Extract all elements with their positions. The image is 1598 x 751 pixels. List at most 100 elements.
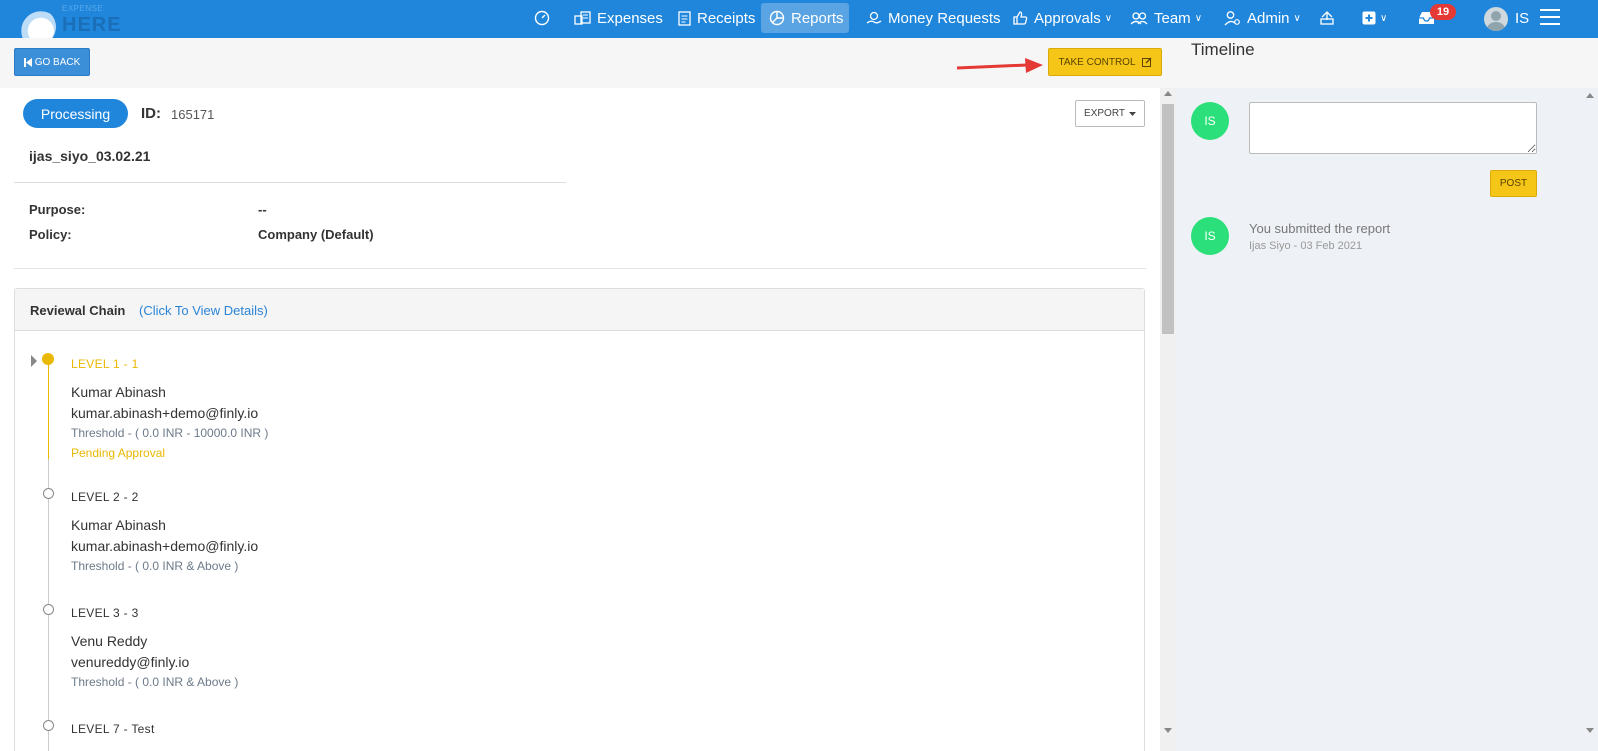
top-navbar: EXPENSE HERE Expenses Receipts Reports M… <box>0 0 1598 46</box>
chevron-down-icon: ∨ <box>1104 12 1113 24</box>
export-dropdown-button[interactable]: EXPORT <box>1075 100 1145 127</box>
nav-add-new[interactable]: ∨ <box>1354 3 1395 33</box>
nav-approvals[interactable]: Approvals ∨ <box>1004 3 1120 33</box>
approver-name: Kumar Abinash <box>71 517 166 533</box>
nav-reports[interactable]: Reports <box>761 3 849 33</box>
policy-value: Company (Default) <box>258 227 374 242</box>
thumbs-up-icon <box>1013 11 1028 25</box>
approver-name: Kumar Abinash <box>71 384 166 400</box>
dashboard-gauge-icon <box>534 10 550 26</box>
approver-name: Venu Reddy <box>71 633 148 649</box>
money-hand-icon <box>866 11 882 24</box>
scroll-thumb[interactable] <box>1162 104 1174 334</box>
timeline-title: Timeline <box>1191 40 1255 59</box>
level-title: LEVEL 2 - 2 <box>71 490 139 504</box>
take-control-button[interactable]: TAKE CONTROL <box>1048 48 1162 76</box>
scroll-down-icon[interactable] <box>1586 728 1594 733</box>
action-bar: GO BACK TAKE CONTROL <box>0 38 1176 88</box>
export-label: EXPORT <box>1084 108 1125 119</box>
nav-vault[interactable] <box>1311 3 1343 33</box>
red-pointer-arrow-icon <box>956 58 1043 73</box>
level-dot <box>43 720 54 731</box>
receipt-icon <box>678 10 691 26</box>
timeline-scrollbar[interactable] <box>1582 88 1598 751</box>
scroll-down-icon[interactable] <box>1164 728 1172 733</box>
nav-receipts[interactable]: Receipts <box>670 3 763 33</box>
post-comment-button[interactable]: POST <box>1490 170 1537 197</box>
approver-email: kumar.abinash+demo@finly.io <box>71 538 259 554</box>
view-details-link[interactable]: (Click To View Details) <box>139 303 268 318</box>
go-back-label: GO BACK <box>34 56 81 68</box>
activity-avatar: IS <box>1191 217 1229 255</box>
caret-down-icon <box>1128 111 1136 116</box>
nav-money-requests[interactable]: Money Requests <box>858 3 1009 33</box>
level-status: Pending Approval <box>71 446 166 460</box>
nav-expenses[interactable]: Expenses <box>566 3 671 33</box>
report-detail-panel: Processing ID: 165171 EXPORT ijas_siyo_0… <box>0 88 1160 751</box>
admin-user-gear-icon <box>1224 11 1240 26</box>
logo-small-text: EXPENSE <box>62 4 104 13</box>
level-threshold: Threshold - ( 0.0 INR & Above ) <box>71 559 239 573</box>
level-threshold: Threshold - ( 0.0 INR - 10000.0 INR ) <box>71 426 269 440</box>
activity-message: You submitted the report <box>1249 221 1391 236</box>
timeline-header: Timeline <box>1176 38 1598 88</box>
nav-expenses-label: Expenses <box>597 9 663 27</box>
nav-admin-label: Admin <box>1247 9 1290 27</box>
user-initials[interactable]: IS <box>1515 10 1529 27</box>
nav-money-requests-label: Money Requests <box>888 9 1001 27</box>
nav-team[interactable]: Team ∨ <box>1122 3 1210 33</box>
user-avatar[interactable] <box>1484 7 1508 31</box>
main-scrollbar[interactable] <box>1160 88 1176 751</box>
level-dot <box>43 604 54 615</box>
timeline-panel: Timeline IS POST IS You submitted the re… <box>1176 38 1598 751</box>
expenses-icon <box>574 11 591 25</box>
comment-input[interactable] <box>1249 102 1537 154</box>
level-title: LEVEL 1 - 1 <box>71 357 139 371</box>
nav-admin[interactable]: Admin ∨ <box>1216 3 1309 33</box>
level-title: LEVEL 7 - Test <box>71 722 155 736</box>
plus-square-icon <box>1362 11 1376 25</box>
reviewal-chain-title: Reviewal Chain <box>30 303 126 318</box>
policy-label: Policy: <box>29 227 72 242</box>
nav-reports-label: Reports <box>791 9 844 27</box>
reviewal-chain-card: Reviewal Chain (Click To View Details) L… <box>14 288 1145 751</box>
approver-email: kumar.abinash+demo@finly.io <box>71 405 259 421</box>
nav-dashboard[interactable] <box>526 3 558 33</box>
scroll-up-icon[interactable] <box>1586 93 1594 98</box>
comment-author-avatar: IS <box>1191 102 1229 140</box>
approver-email: venureddy@finly.io <box>71 654 190 670</box>
chain-timeline-active-line <box>48 359 49 459</box>
report-id-value: 165171 <box>171 107 215 122</box>
brand-logo[interactable]: EXPENSE HERE <box>18 2 128 46</box>
status-badge: Processing <box>23 99 128 128</box>
level-dot-active <box>42 353 54 365</box>
chevron-down-icon: ∨ <box>1194 12 1203 24</box>
nav-team-label: Team <box>1154 9 1191 27</box>
inbox-tray-icon <box>1320 11 1334 25</box>
go-back-button[interactable]: GO BACK <box>14 48 90 76</box>
level-title: LEVEL 3 - 3 <box>71 606 139 620</box>
report-title: ijas_siyo_03.02.21 <box>29 148 151 164</box>
hamburger-menu-icon[interactable] <box>1540 9 1560 27</box>
notification-badge: 19 <box>1430 4 1456 20</box>
nav-receipts-label: Receipts <box>697 9 756 27</box>
purpose-label: Purpose: <box>29 202 86 217</box>
chevron-down-icon: ∨ <box>1293 12 1301 24</box>
logo-big-text: HERE <box>62 14 122 36</box>
chevron-down-icon: ∨ <box>1380 12 1388 24</box>
level-dot <box>43 488 54 499</box>
scroll-up-icon[interactable] <box>1164 91 1172 96</box>
nav-approvals-label: Approvals <box>1034 9 1101 27</box>
divider <box>14 182 566 183</box>
team-icon <box>1130 12 1148 25</box>
purpose-value: -- <box>258 202 267 217</box>
expand-caret-icon[interactable] <box>31 355 37 367</box>
level-threshold: Threshold - ( 0.0 INR & Above ) <box>71 675 239 689</box>
skip-back-icon <box>23 57 32 67</box>
take-control-label: TAKE CONTROL <box>1058 56 1136 68</box>
activity-meta: Ijas Siyo - 03 Feb 2021 <box>1249 240 1363 252</box>
reviewal-chain-header: Reviewal Chain (Click To View Details) <box>15 289 1144 331</box>
pie-chart-icon <box>769 10 785 26</box>
edit-icon <box>1141 57 1151 67</box>
report-id-label: ID: <box>141 105 161 122</box>
